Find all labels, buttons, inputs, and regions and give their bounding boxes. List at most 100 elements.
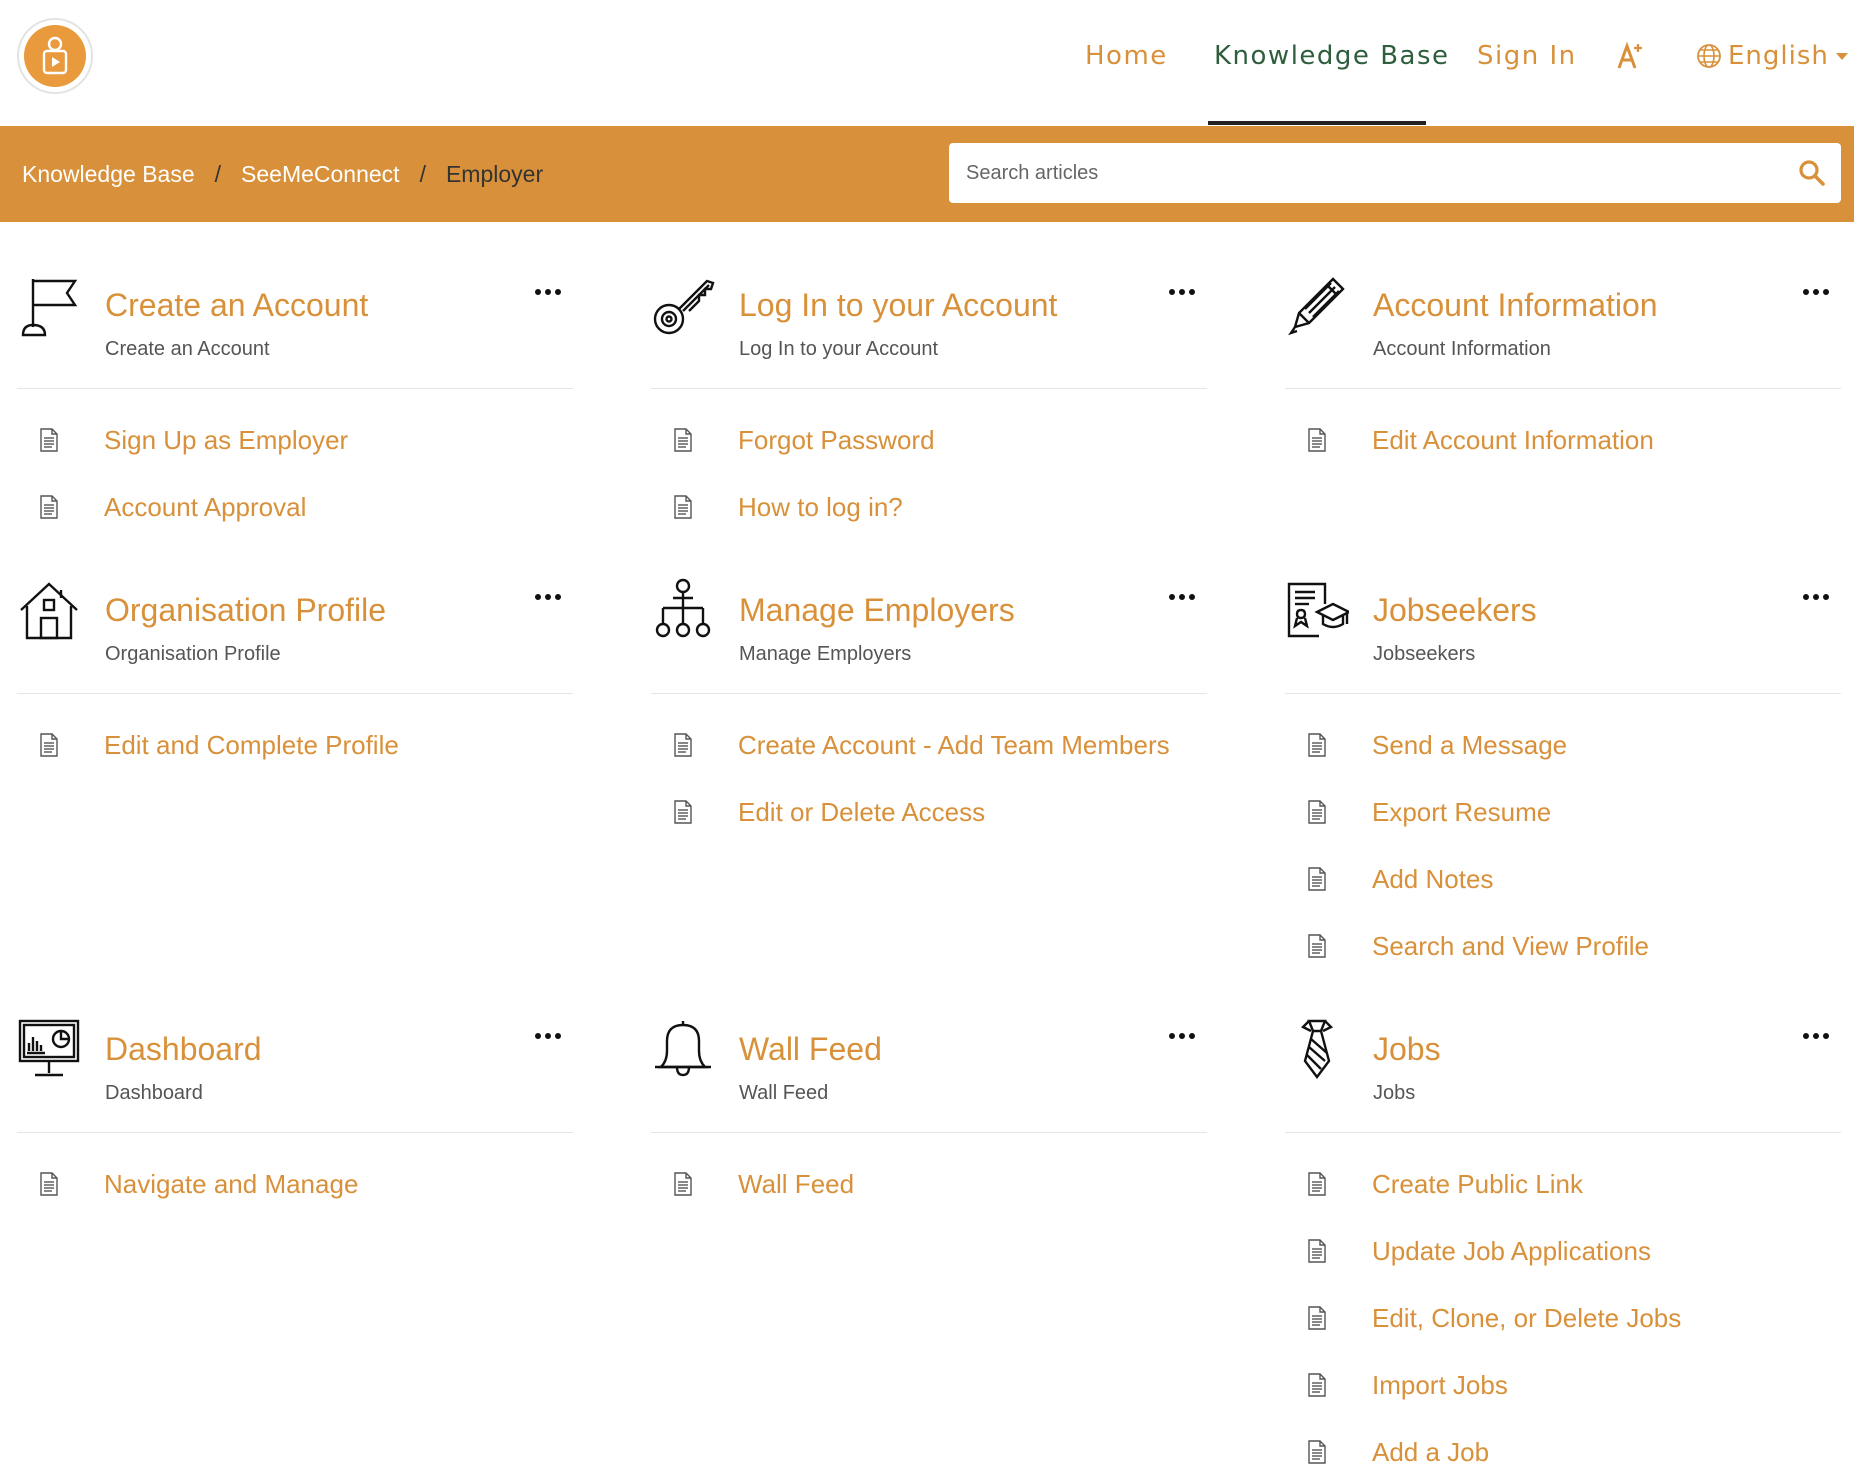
article-item[interactable]: Navigate and Manage (17, 1151, 573, 1218)
more-options-icon[interactable] (533, 285, 563, 299)
article-list: Edit Account Information (1285, 389, 1841, 474)
document-icon (40, 733, 58, 757)
article-list: Create Public Link Update Job Application… (1285, 1133, 1841, 1468)
breadcrumb-knowledge-base[interactable]: Knowledge Base (22, 161, 195, 188)
article-link[interactable]: Send a Message (1372, 730, 1567, 761)
article-list: Send a Message Export Resume Add Notes Sear… (1285, 694, 1841, 980)
article-item[interactable]: Add a Job (1285, 1419, 1841, 1468)
article-item[interactable]: Add Notes (1285, 846, 1841, 913)
article-item[interactable]: Account Approval (17, 474, 573, 541)
nav-home[interactable]: Home (1085, 36, 1168, 76)
globe-icon (1697, 44, 1721, 68)
article-item[interactable]: How to log in? (651, 474, 1207, 541)
logo-person-icon (24, 25, 86, 87)
document-icon (674, 428, 692, 452)
document-icon (1308, 733, 1326, 757)
search-button[interactable] (1797, 158, 1827, 188)
category-title[interactable]: Jobseekers (1373, 592, 1537, 629)
article-link[interactable]: Forgot Password (738, 425, 935, 456)
article-list: Forgot Password How to log in? (651, 389, 1207, 541)
article-link[interactable]: How to log in? (738, 492, 903, 523)
article-item[interactable]: Edit or Delete Access (651, 779, 1207, 846)
more-options-icon[interactable] (1167, 285, 1197, 299)
article-item[interactable]: Edit, Clone, or Delete Jobs (1285, 1285, 1841, 1352)
top-navbar: Home Knowledge Base Sign In English (0, 0, 1854, 126)
article-item[interactable]: Create Account - Add Team Members (651, 712, 1207, 779)
more-options-icon[interactable] (1801, 285, 1831, 299)
necktie-icon (1285, 1017, 1349, 1081)
more-options-icon[interactable] (1801, 1029, 1831, 1043)
category-title[interactable]: Account Information (1373, 287, 1658, 324)
article-link[interactable]: Wall Feed (738, 1169, 854, 1200)
category-header: Create an Account Create an Account (17, 273, 573, 389)
document-icon (1308, 1373, 1326, 1397)
article-link[interactable]: Add a Job (1372, 1437, 1489, 1468)
flag-icon (17, 273, 81, 337)
font-size-icon[interactable] (1616, 40, 1646, 72)
article-link[interactable]: Edit Account Information (1372, 425, 1654, 456)
category-header: Jobseekers Jobseekers (1285, 578, 1841, 694)
category-title[interactable]: Dashboard (105, 1031, 262, 1068)
document-icon (674, 800, 692, 824)
article-link[interactable]: Add Notes (1372, 864, 1493, 895)
category-subtitle: Jobs (1373, 1082, 1416, 1104)
article-item[interactable]: Export Resume (1285, 779, 1841, 846)
category-wall-feed: Wall Feed Wall Feed Wall Feed (651, 1017, 1207, 1218)
article-item[interactable]: Forgot Password (651, 407, 1207, 474)
category-title[interactable]: Jobs (1373, 1031, 1441, 1068)
search-input[interactable] (949, 145, 1769, 201)
category-title[interactable]: Wall Feed (739, 1031, 882, 1068)
article-link[interactable]: Edit, Clone, or Delete Jobs (1372, 1303, 1681, 1334)
category-title[interactable]: Create an Account (105, 287, 368, 324)
article-item[interactable]: Edit Account Information (1285, 407, 1841, 474)
category-header: Jobs Jobs (1285, 1017, 1841, 1133)
article-link[interactable]: Edit or Delete Access (738, 797, 985, 828)
breadcrumb-separator: / (419, 160, 426, 187)
category-header: Account Information Account Information (1285, 273, 1841, 389)
article-item[interactable]: Search and View Profile (1285, 913, 1841, 980)
article-list: Navigate and Manage (17, 1133, 573, 1218)
article-link[interactable]: Export Resume (1372, 797, 1551, 828)
article-link[interactable]: Create Account - Add Team Members (738, 730, 1170, 761)
document-icon (674, 495, 692, 519)
nav-sign-in[interactable]: Sign In (1477, 36, 1577, 76)
article-link[interactable]: Import Jobs (1372, 1370, 1508, 1401)
category-jobseekers: Jobseekers Jobseekers Send a Message Export… (1285, 578, 1841, 980)
nav-knowledge-base[interactable]: Knowledge Base (1214, 36, 1450, 76)
article-link[interactable]: Sign Up as Employer (104, 425, 348, 456)
active-tab-indicator (1208, 121, 1426, 125)
article-item[interactable]: Update Job Applications (1285, 1218, 1841, 1285)
more-options-icon[interactable] (1801, 590, 1831, 604)
more-options-icon[interactable] (533, 1029, 563, 1043)
article-link[interactable]: Navigate and Manage (104, 1169, 358, 1200)
article-link[interactable]: Edit and Complete Profile (104, 730, 399, 761)
article-list: Create Account - Add Team Members Edit or… (651, 694, 1207, 846)
article-item[interactable]: Create Public Link (1285, 1151, 1841, 1218)
article-link[interactable]: Create Public Link (1372, 1169, 1583, 1200)
category-header: Log In to your Account Log In to your Acc… (651, 273, 1207, 389)
search-icon (1799, 160, 1825, 186)
category-title[interactable]: Manage Employers (739, 592, 1015, 629)
chevron-down-icon (1835, 53, 1848, 60)
logo[interactable] (17, 18, 93, 94)
article-link[interactable]: Search and View Profile (1372, 931, 1649, 962)
breadcrumb-seemeconnect[interactable]: SeeMeConnect (241, 161, 400, 188)
article-item[interactable]: Edit and Complete Profile (17, 712, 573, 779)
article-item[interactable]: Wall Feed (651, 1151, 1207, 1218)
article-link[interactable]: Update Job Applications (1372, 1236, 1651, 1267)
language-selector[interactable]: English (1696, 36, 1849, 76)
article-item[interactable]: Import Jobs (1285, 1352, 1841, 1419)
more-options-icon[interactable] (1167, 1029, 1197, 1043)
article-list: Sign Up as Employer Account Approval (17, 389, 573, 541)
more-options-icon[interactable] (533, 590, 563, 604)
category-subtitle: Dashboard (105, 1082, 203, 1104)
article-link[interactable]: Account Approval (104, 492, 306, 523)
category-title[interactable]: Log In to your Account (739, 287, 1057, 324)
org-chart-icon (651, 578, 715, 642)
category-header: Organisation Profile Organisation Profile (17, 578, 573, 694)
article-item[interactable]: Send a Message (1285, 712, 1841, 779)
article-item[interactable]: Sign Up as Employer (17, 407, 573, 474)
category-title[interactable]: Organisation Profile (105, 592, 386, 629)
category-create-an-account: Create an Account Create an Account Sign U… (17, 273, 573, 541)
more-options-icon[interactable] (1167, 590, 1197, 604)
